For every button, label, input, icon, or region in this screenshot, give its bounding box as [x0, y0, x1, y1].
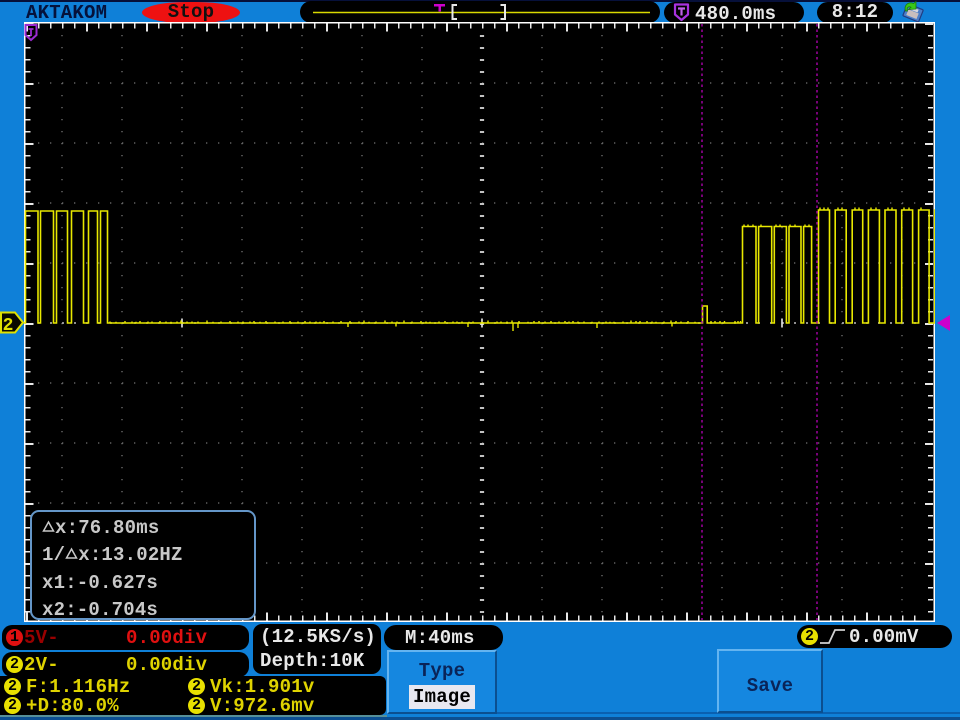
svg-text:2: 2 — [3, 316, 14, 335]
